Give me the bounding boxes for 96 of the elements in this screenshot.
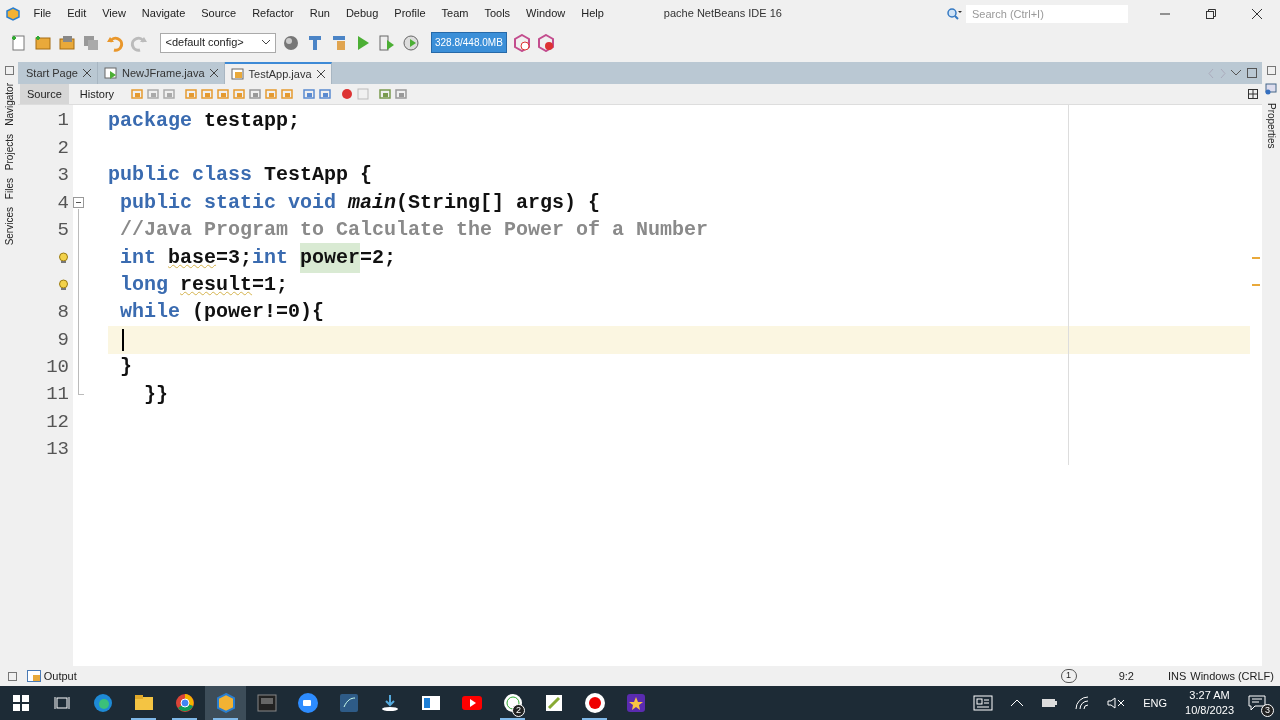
caret-icon [261,40,270,45]
output-window-icon[interactable] [27,670,41,682]
line-number: 12 [46,409,69,435]
task-view-icon[interactable] [53,695,70,711]
close-icon[interactable] [209,69,218,77]
close-icon[interactable] [83,69,91,77]
view-tab[interactable]: Source [20,83,69,105]
side-panel-tab[interactable]: Properties [1263,103,1279,149]
file-icon [104,66,117,80]
code-line: public class TestApp { [108,162,374,189]
lightbulb-icon[interactable] [58,251,69,264]
code-line: } [119,354,133,381]
film-icon[interactable] [255,692,278,714]
window-title: pache NetBeans IDE 16 [663,6,782,22]
close-icon[interactable] [1252,8,1262,19]
clock-time[interactable]: 3:27 AM [1185,688,1234,703]
menu-item[interactable]: Source [193,5,245,22]
search-icon[interactable] [946,6,962,21]
save-all-icon[interactable] [82,33,100,52]
menu-item[interactable]: Navigate [133,5,194,22]
line-number: 13 [46,437,69,463]
text-cursor [122,328,124,351]
record-macro-icon[interactable] [341,88,354,100]
menu-item[interactable]: Help [573,5,612,22]
code-line: int base=3;int power=2; [108,243,1250,272]
line-number: 8 [57,300,69,326]
profile-icon[interactable] [401,33,420,52]
line-endings: Windows (CRLF) [1190,668,1274,684]
collapse-icon[interactable] [73,197,84,209]
menu-item[interactable]: Debug [337,5,387,22]
view-tab[interactable]: History [72,83,122,105]
code-line: //Java Program to Calculate the Power of a Number [119,217,710,244]
menu-item[interactable]: Edit [59,5,95,22]
menu-item[interactable]: File [25,5,60,22]
warning-stripe-mark[interactable] [1252,284,1260,287]
line-number: 4 [57,190,69,216]
dropdown-icon[interactable] [1231,70,1241,76]
menu-item[interactable]: Window [518,5,574,22]
side-panel-tab[interactable]: Services [1,207,17,246]
video-icon[interactable] [296,692,319,714]
caret-position: 9:2 [1118,668,1134,684]
insert-mode: INS [1167,668,1187,684]
split-icon[interactable] [1248,89,1258,99]
side-panel-tab[interactable]: Projects [1,133,17,170]
close-icon[interactable] [316,70,325,78]
news-icon[interactable] [973,695,994,711]
line-number: 11 [46,382,69,408]
editor-tab[interactable]: TestApp.java [224,62,332,84]
count-badge: 3 [1261,704,1274,717]
line-number: 9 [57,327,69,353]
line-number: 2 [57,135,69,161]
count-badge: 2 [512,704,525,717]
code-line: }} [143,381,169,408]
lightbulb-icon[interactable] [58,279,69,292]
globe-icon[interactable] [173,692,196,714]
file-icon [230,67,244,81]
maximize-icon[interactable] [1246,68,1257,78]
menu-item[interactable]: Tools [476,5,519,22]
debug-icon[interactable] [377,33,396,52]
menu-item[interactable]: Refactor [244,5,302,22]
wifi-icon[interactable] [1075,696,1090,710]
code-line: while (power!=0){ [119,299,326,326]
notifications-icon[interactable] [1248,695,1266,711]
line-number: 3 [57,163,69,189]
menu-item[interactable]: View [94,5,134,22]
output-tab[interactable]: Output [43,667,77,685]
browser-icon[interactable] [91,692,114,714]
menu-item[interactable]: Team [433,5,477,22]
cube-icon [6,6,20,21]
clock-date[interactable]: 10/8/2023 [1185,703,1234,718]
palette-icon[interactable] [1265,83,1277,95]
language-indicator[interactable]: ENG [1143,694,1168,712]
chevron-up-icon[interactable] [1011,699,1024,707]
config-dropdown[interactable]: <default config> [159,32,276,53]
search-field[interactable]: Search (Ctrl+I) [966,4,1128,23]
code-line: long result=1; [119,272,290,299]
side-panel-tab[interactable]: Files [1,177,17,200]
new-project-icon[interactable] [34,33,52,52]
side-panel-tab[interactable]: Navigator [1,83,17,126]
line-number: 1 [57,108,69,134]
windows-logo-icon[interactable] [12,695,29,711]
line-number: 5 [57,218,69,243]
menu-item[interactable]: Profile [386,5,434,22]
menu-item[interactable]: Run [301,5,338,22]
code-line: public static void main(String[] args) { [119,189,602,216]
muted-speaker-icon[interactable] [1107,697,1126,709]
open-folder-icon[interactable] [58,33,76,52]
taskbar-button[interactable]: 2 [492,686,533,720]
record-icon[interactable] [583,692,606,714]
sphere-icon[interactable] [281,33,300,52]
battery-icon[interactable] [1041,698,1058,708]
new-file-icon[interactable] [10,33,28,52]
restore-icon[interactable] [1206,8,1216,19]
code-line: package testapp; [108,107,302,134]
line-number: 10 [46,354,69,380]
cube-icon[interactable] [214,692,237,714]
